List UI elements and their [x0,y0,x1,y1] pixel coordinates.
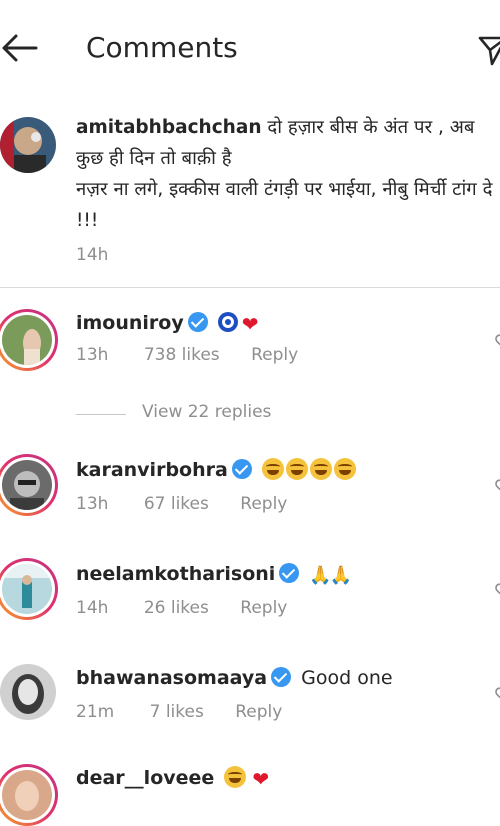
likes-count[interactable]: 26 likes [144,598,209,618]
laughing-emoji-icon [224,766,247,788]
comment-row: bhawanasomaaya Good one 21m 7 likes Repl… [0,660,500,740]
avatar-image [2,460,52,510]
likes-count[interactable]: 738 likes [144,345,220,365]
reply-button[interactable]: Reply [240,598,287,618]
like-heart-icon[interactable] [493,686,500,700]
comment-username[interactable]: dear__loveee [76,767,214,789]
back-arrow-icon[interactable] [0,30,40,66]
caption-text: amitabhbachchan दो हज़ार बीस के अंत पर ,… [76,112,496,236]
verified-badge-icon [279,563,300,583]
avatar-image [2,564,52,614]
comment-time: 14h [76,598,109,618]
rofl-emoji-icon [261,458,284,480]
comment-row: karanvirbohra 13h 67 likes Reply [0,452,500,532]
like-heart-icon[interactable] [493,582,500,596]
comment-row: dear__loveee ❤ [0,760,500,826]
avatar[interactable] [0,558,58,620]
comment-text: dear__loveee ❤ [76,764,269,793]
folded-hands-emoji-icon: 🙏🙏 [309,565,352,586]
divider [0,287,500,288]
view-replies-label[interactable]: View 22 replies [142,402,271,422]
avatar-image [2,770,52,820]
send-icon[interactable] [478,30,500,66]
comment-username[interactable]: imouniroy [76,312,184,334]
avatar[interactable] [0,454,58,516]
comment-text: neelamkotharisoni 🙏🙏 [76,560,352,590]
comment-meta: 13h 738 likes Reply [76,345,298,365]
comment-username[interactable]: neelamkotharisoni [76,563,275,585]
rofl-emoji-icon [285,458,308,480]
view-replies[interactable]: View 22 replies [76,402,336,426]
verified-badge-icon [187,312,208,332]
avatar[interactable] [0,309,58,371]
like-heart-icon[interactable] [493,478,500,492]
comment-username[interactable]: karanvirbohra [76,459,228,481]
comment-row: neelamkotharisoni 🙏🙏 14h 26 likes Reply [0,556,500,636]
header: Comments [0,0,500,95]
reply-button[interactable]: Reply [235,702,282,722]
comment-meta: 21m 7 likes Reply [76,702,282,722]
caption-time: 14h [76,245,109,265]
comment-text: imouniroy ❤ [76,309,259,338]
comment-meta: 13h 67 likes Reply [76,494,287,514]
avatar[interactable] [0,664,56,720]
comment-time: 21m [76,702,115,722]
comment-body: Good one [301,667,393,689]
caption-body-line2: नज़र ना लगे, इक्कीस वाली टंगड़ी पर भाईया… [76,179,493,231]
avatar[interactable] [0,117,56,173]
comment-time: 13h [76,345,109,365]
reply-button[interactable]: Reply [240,494,287,514]
comment-row: imouniroy ❤ 13h 738 likes Reply [0,305,500,415]
avatar[interactable] [0,764,58,826]
like-heart-icon[interactable] [493,333,500,347]
likes-count[interactable]: 67 likes [144,494,209,514]
page-title: Comments [86,31,238,64]
comment-username[interactable]: bhawanasomaaya [76,667,267,689]
reply-button[interactable]: Reply [251,345,298,365]
verified-badge-icon [231,459,252,479]
caption-username[interactable]: amitabhbachchan [76,117,262,138]
rofl-emoji-icon [309,458,332,480]
rofl-emoji-icon [333,458,356,480]
avatar-image [0,664,56,720]
heart-emoji-icon: ❤ [241,312,259,336]
caption-meta: 14h [76,245,108,265]
likes-count[interactable]: 7 likes [150,702,204,722]
comment-text: karanvirbohra [76,456,358,484]
avatar-image [2,315,52,365]
comment-time: 13h [76,494,109,514]
comment-meta: 14h 26 likes Reply [76,598,287,618]
verified-badge-icon [271,667,292,687]
nazar-emoji-icon [217,312,238,332]
heart-emoji-icon: ❤ [252,767,270,791]
comment-text: bhawanasomaaya Good one [76,664,393,692]
avatar-image [0,117,56,173]
replies-line [76,414,126,415]
